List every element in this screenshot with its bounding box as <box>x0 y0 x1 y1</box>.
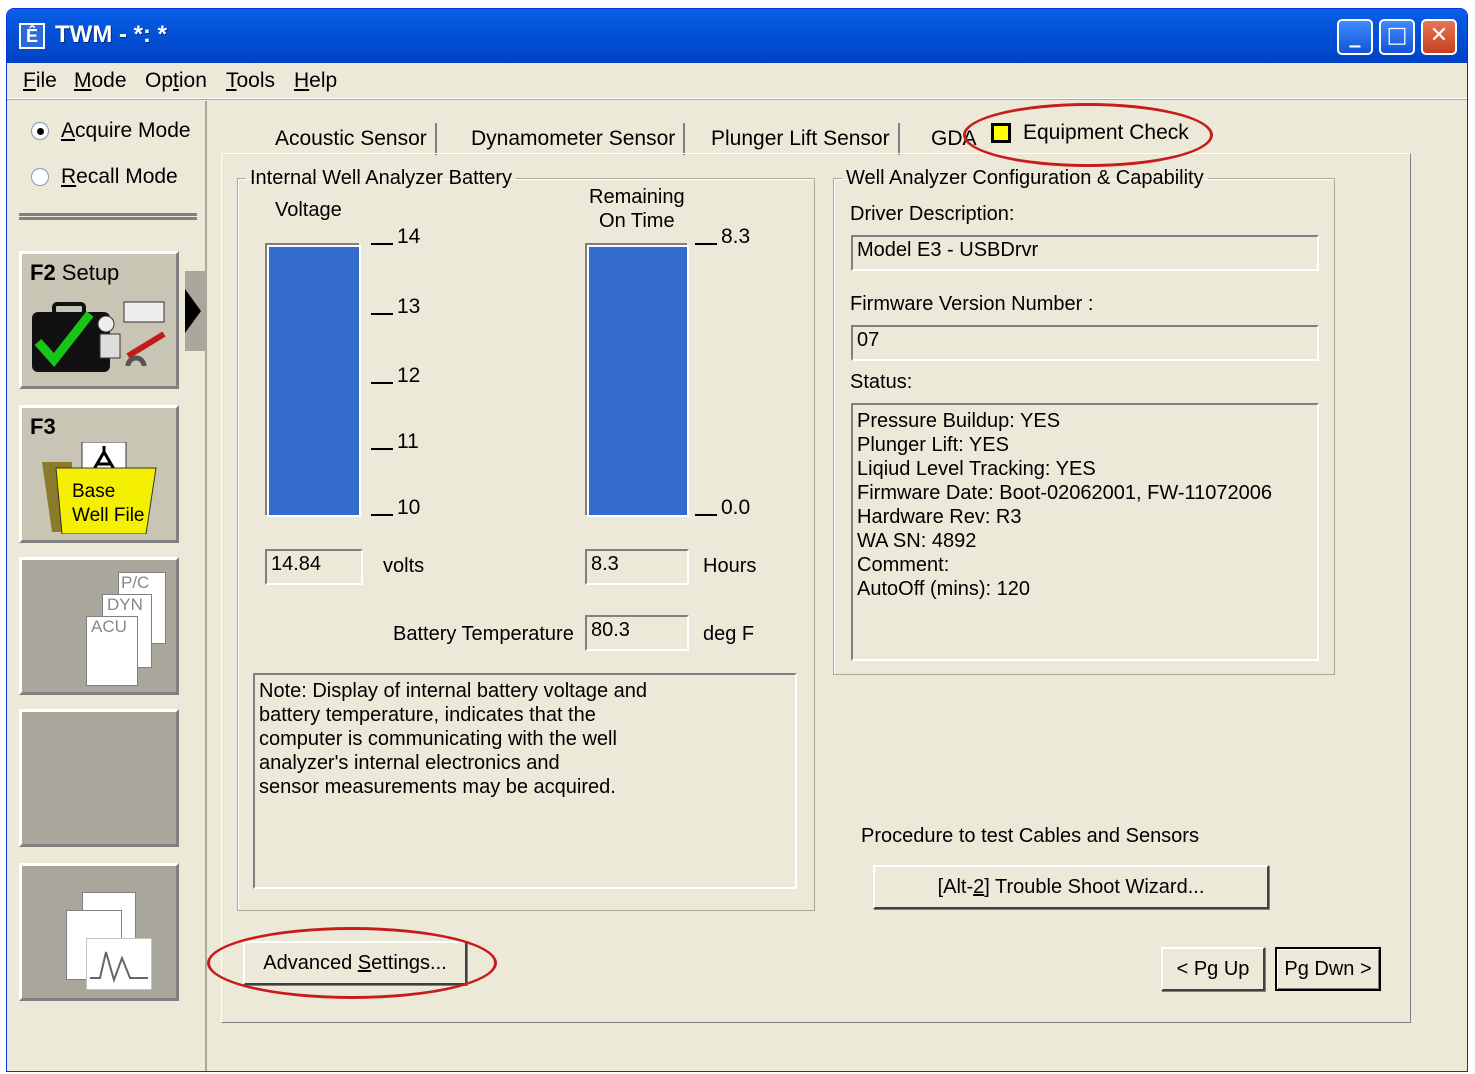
f2-setup-label: F2 Setup <box>30 260 120 285</box>
left-nav-pane: Acquire Mode Recall Mode F2 Setup F3 Bas… <box>7 101 207 1071</box>
tab-gda[interactable]: GDA <box>923 123 985 155</box>
voltage-tick-11: 11 <box>371 430 419 454</box>
minimize-button[interactable]: _ <box>1337 19 1373 55</box>
voltage-tick-10: 10 <box>371 496 420 520</box>
voltage-tick-12: 12 <box>371 364 420 388</box>
radio-selected-icon <box>31 122 49 140</box>
voltage-tick-14: 14 <box>371 225 420 249</box>
f3-base-well-file-button[interactable]: F3 Base Well File <box>19 405 179 543</box>
close-button[interactable]: ✕ <box>1421 19 1457 55</box>
temperature-unit: deg F <box>703 623 755 645</box>
driver-description-label: Driver Description: <box>850 203 1015 225</box>
recall-mode-label: Recall Mode <box>61 165 178 188</box>
voltage-value-field: 14.84 <box>265 549 363 585</box>
twm-app-icon[interactable]: Ê <box>19 23 45 49</box>
maximize-button[interactable]: □ <box>1379 19 1415 55</box>
menu-divider <box>7 99 1467 100</box>
mode-separator <box>19 213 197 220</box>
reports-button[interactable] <box>19 863 179 1001</box>
battery-temperature-label: Battery Temperature <box>393 623 574 645</box>
f2-setup-button[interactable]: F2 Setup <box>19 251 179 389</box>
acquire-mode-label: Acquire Mode <box>61 119 191 142</box>
menu-file[interactable]: File <box>23 69 57 93</box>
voltage-unit: volts <box>383 555 425 577</box>
active-nav-arrow-icon <box>185 271 205 351</box>
trouble-shoot-wizard-button[interactable]: [Alt-2] Trouble Shoot Wizard... <box>873 865 1269 909</box>
pc-dyn-acu-button[interactable]: P/C DYN ACU <box>19 557 179 695</box>
ontime-tick-max: 8.3 <box>695 225 750 249</box>
tab-equipment-check[interactable]: Equipment Check <box>981 115 1199 151</box>
menu-tools[interactable]: Tools <box>226 69 275 93</box>
menu-help[interactable]: Help <box>294 69 337 93</box>
f3-key-label: F3 <box>30 414 56 439</box>
firmware-version-field: 07 <box>851 325 1319 361</box>
page-down-button[interactable]: Pg Dwn > <box>1275 947 1381 991</box>
title-bar[interactable]: Ê TWM - *: * _ □ ✕ <box>7 9 1467 63</box>
toolkit-setup-icon <box>32 301 166 372</box>
equipment-check-icon <box>991 123 1011 143</box>
menu-option[interactable]: Option <box>145 69 207 93</box>
menu-mode[interactable]: Mode <box>74 69 127 93</box>
voltage-bar <box>267 245 361 517</box>
advanced-settings-button[interactable]: Advanced Settings... <box>243 941 467 985</box>
tab-plunger-lift-sensor[interactable]: Plunger Lift Sensor <box>703 123 900 155</box>
main-window: Ê TWM - *: * _ □ ✕ File Mode Option Tool… <box>6 8 1468 1072</box>
recall-mode-radio[interactable]: Recall Mode <box>31 165 178 189</box>
base-well-file-label: Base Well File <box>72 481 145 526</box>
ontime-unit: Hours <box>703 555 757 577</box>
acquire-mode-radio[interactable]: Acquire Mode <box>31 119 191 143</box>
status-box: Pressure Buildup: YES Plunger Lift: YES … <box>851 403 1319 661</box>
menu-bar: File Mode Option Tools Help <box>7 63 1467 99</box>
battery-group-title: Internal Well Analyzer Battery <box>250 167 512 189</box>
doc-acu-icon: ACU <box>86 616 138 686</box>
battery-note: Note: Display of internal battery voltag… <box>253 673 797 889</box>
empty-nav-button[interactable] <box>19 709 179 847</box>
waveform-chart-icon <box>86 938 152 990</box>
voltage-label: Voltage <box>275 199 342 221</box>
page-up-button[interactable]: < Pg Up <box>1161 947 1265 991</box>
ontime-value-field: 8.3 <box>585 549 689 585</box>
window-title: TWM - *: * <box>55 21 167 48</box>
driver-description-field: Model E3 - USBDrvr <box>851 235 1319 271</box>
radio-unselected-icon <box>31 168 49 186</box>
voltage-tick-13: 13 <box>371 295 420 319</box>
battery-temperature-field: 80.3 <box>585 615 689 651</box>
ontime-label: Remaining On Time <box>589 186 685 232</box>
tab-dynamometer-sensor[interactable]: Dynamometer Sensor <box>463 123 686 155</box>
config-group-title: Well Analyzer Configuration & Capability <box>846 167 1204 189</box>
procedure-label: Procedure to test Cables and Sensors <box>861 825 1199 847</box>
tab-acoustic-sensor[interactable]: Acoustic Sensor <box>267 123 437 155</box>
ontime-tick-min: 0.0 <box>695 496 750 520</box>
status-label: Status: <box>850 371 913 393</box>
firmware-version-label: Firmware Version Number : <box>850 293 1094 315</box>
sensor-tab-strip: Acoustic Sensor Dynamometer Sensor Plung… <box>223 115 1413 155</box>
ontime-bar <box>587 245 689 517</box>
